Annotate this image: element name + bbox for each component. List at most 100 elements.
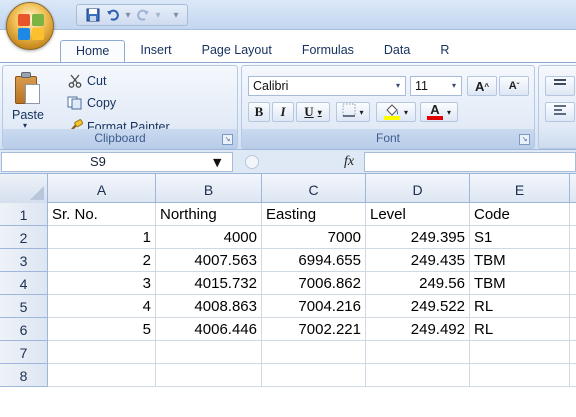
cell-c2[interactable]: 7000	[262, 226, 366, 249]
underline-button[interactable]: U ▾	[296, 102, 330, 122]
cell-b2[interactable]: 4000	[156, 226, 262, 249]
cell-a8[interactable]	[48, 364, 156, 387]
column-header-e[interactable]: E	[470, 174, 570, 203]
column-header-d[interactable]: D	[366, 174, 470, 203]
cell-a2[interactable]: 1	[48, 226, 156, 249]
row-header[interactable]: 1	[0, 203, 48, 226]
font-color-button[interactable]: A ▾	[420, 102, 458, 122]
cell-b6[interactable]: 4006.446	[156, 318, 262, 341]
cell-c6[interactable]: 7002.221	[262, 318, 366, 341]
select-all-button[interactable]	[0, 174, 48, 203]
cell-c3[interactable]: 6994.655	[262, 249, 366, 272]
column-header-next[interactable]	[570, 174, 576, 203]
cell-b3[interactable]: 4007.563	[156, 249, 262, 272]
cell-e3[interactable]: TBM	[470, 249, 570, 272]
cell-c8[interactable]	[262, 364, 366, 387]
cell-d3[interactable]: 249.435	[366, 249, 470, 272]
cell-b1[interactable]: Northing	[156, 203, 262, 226]
cell-d8[interactable]	[366, 364, 470, 387]
column-header-c[interactable]: C	[262, 174, 366, 203]
font-family-select[interactable]: Calibri ▾	[248, 76, 406, 96]
office-button[interactable]	[6, 2, 54, 50]
cell-e5[interactable]: RL	[470, 295, 570, 318]
cell-a6[interactable]: 5	[48, 318, 156, 341]
cell-e4[interactable]: TBM	[470, 272, 570, 295]
redo-icon[interactable]	[133, 6, 153, 24]
row-header[interactable]: 2	[0, 226, 48, 249]
cell-next-column[interactable]	[570, 295, 576, 318]
name-box[interactable]: S9	[1, 152, 233, 172]
cell-next-column[interactable]	[570, 272, 576, 295]
borders-button[interactable]: ▾	[336, 102, 370, 122]
cell-b7[interactable]	[156, 341, 262, 364]
tab-page-layout[interactable]: Page Layout	[187, 40, 287, 62]
cell-a1[interactable]: Sr. No.	[48, 203, 156, 226]
bold-button[interactable]: B	[248, 102, 270, 122]
font-size-select[interactable]: 11 ▾	[410, 76, 462, 96]
copy-button[interactable]: Copy	[67, 94, 116, 112]
cell-a5[interactable]: 4	[48, 295, 156, 318]
cell-d1[interactable]: Level	[366, 203, 470, 226]
cell-next-column[interactable]	[570, 341, 576, 364]
formula-input[interactable]	[364, 152, 576, 172]
cell-e8[interactable]	[470, 364, 570, 387]
shrink-font-button[interactable]: Aˇ	[499, 76, 529, 96]
font-size-dropdown-icon[interactable]: ▾	[447, 77, 461, 95]
cell-d4[interactable]: 249.56	[366, 272, 470, 295]
cell-c7[interactable]	[262, 341, 366, 364]
cell-e2[interactable]: S1	[470, 226, 570, 249]
tab-formulas[interactable]: Formulas	[287, 40, 369, 62]
cell-e7[interactable]	[470, 341, 570, 364]
cell-next-column[interactable]	[570, 364, 576, 387]
name-box-dropdown-icon[interactable]: ▼	[213, 156, 221, 169]
column-header-a[interactable]: A	[48, 174, 156, 203]
cell-next-column[interactable]	[570, 318, 576, 341]
cut-button[interactable]: Cut	[67, 72, 106, 90]
row-header[interactable]: 7	[0, 341, 48, 364]
cell-next-column[interactable]	[570, 249, 576, 272]
cell-a3[interactable]: 2	[48, 249, 156, 272]
undo-icon[interactable]	[103, 6, 123, 24]
customize-qat-icon[interactable]: ▾	[171, 10, 181, 21]
cell-b8[interactable]	[156, 364, 262, 387]
paste-button[interactable]: Paste ▾	[5, 70, 51, 130]
font-dialog-launcher-icon[interactable]: ↘	[519, 134, 530, 145]
cancel-edit-icon	[245, 155, 259, 169]
cell-d6[interactable]: 249.492	[366, 318, 470, 341]
cell-d7[interactable]	[366, 341, 470, 364]
cell-next-column[interactable]	[570, 226, 576, 249]
tab-home[interactable]: Home	[60, 40, 126, 63]
cell-c1[interactable]: Easting	[262, 203, 366, 226]
cell-next-column[interactable]	[570, 203, 576, 226]
cell-d5[interactable]: 249.522	[366, 295, 470, 318]
row-header[interactable]: 5	[0, 295, 48, 318]
column-header-b[interactable]: B	[156, 174, 262, 203]
cell-e1[interactable]: Code	[470, 203, 570, 226]
row-header[interactable]: 8	[0, 364, 48, 387]
font-family-dropdown-icon[interactable]: ▾	[391, 77, 405, 95]
clipboard-dialog-launcher-icon[interactable]: ↘	[222, 134, 233, 145]
cell-d2[interactable]: 249.395	[366, 226, 470, 249]
cell-a4[interactable]: 3	[48, 272, 156, 295]
tab-data[interactable]: Data	[369, 40, 425, 62]
undo-dropdown-icon[interactable]: ▾	[123, 10, 133, 21]
cell-c4[interactable]: 7006.862	[262, 272, 366, 295]
cell-c5[interactable]: 7004.216	[262, 295, 366, 318]
insert-function-button[interactable]: fx	[344, 154, 354, 170]
redo-dropdown-icon[interactable]: ▾	[153, 10, 163, 21]
row-header[interactable]: 3	[0, 249, 48, 272]
tab-review[interactable]: R	[425, 40, 464, 62]
row-header[interactable]: 6	[0, 318, 48, 341]
cell-a7[interactable]	[48, 341, 156, 364]
grow-font-button[interactable]: A ^	[467, 76, 497, 96]
row-header[interactable]: 4	[0, 272, 48, 295]
tab-insert[interactable]: Insert	[125, 40, 186, 62]
fill-color-button[interactable]: ▾	[376, 102, 416, 122]
cell-b5[interactable]: 4008.863	[156, 295, 262, 318]
cell-e6[interactable]: RL	[470, 318, 570, 341]
align-top-button[interactable]	[545, 76, 575, 96]
align-left-button[interactable]	[545, 102, 575, 122]
save-icon[interactable]	[83, 6, 103, 24]
italic-button[interactable]: I	[272, 102, 294, 122]
cell-b4[interactable]: 4015.732	[156, 272, 262, 295]
